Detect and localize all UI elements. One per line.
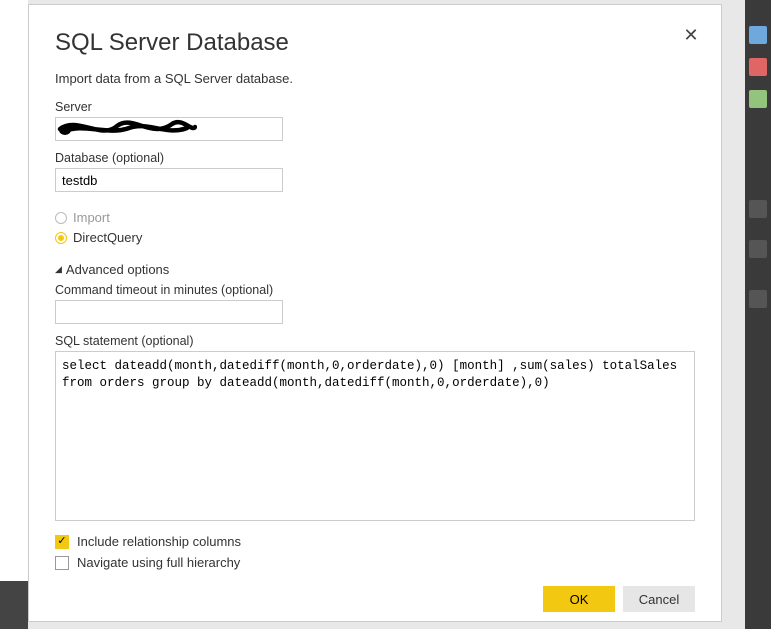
radio-import-label: Import: [73, 210, 110, 225]
full-hierarchy-label: Navigate using full hierarchy: [77, 555, 240, 570]
cancel-button[interactable]: Cancel: [623, 586, 695, 612]
dialog-subtitle: Import data from a SQL Server database.: [55, 71, 695, 86]
panel-icon: [749, 200, 767, 218]
close-button[interactable]: ✕: [683, 27, 699, 43]
background-left: [0, 0, 28, 629]
dialog-footer: OK Cancel: [55, 570, 695, 612]
right-panel-blur: [745, 0, 771, 629]
checkbox-unchecked-icon: [55, 556, 69, 570]
sql-label: SQL statement (optional): [55, 334, 695, 348]
radio-import-icon: [55, 212, 67, 224]
sql-textarea[interactable]: [55, 351, 695, 521]
database-field-group: Database (optional): [55, 151, 695, 192]
server-label: Server: [55, 100, 695, 114]
timeout-field-group: Command timeout in minutes (optional): [55, 283, 695, 324]
server-input[interactable]: [55, 117, 283, 141]
panel-icon: [749, 240, 767, 258]
timeout-label: Command timeout in minutes (optional): [55, 283, 695, 297]
dialog-title: SQL Server Database: [55, 29, 695, 57]
background-shadow: [0, 581, 28, 629]
caret-down-icon: ◢: [55, 264, 62, 275]
database-label: Database (optional): [55, 151, 695, 165]
radio-directquery-label: DirectQuery: [73, 230, 142, 245]
panel-icon: [749, 90, 767, 108]
close-icon: ✕: [683, 25, 698, 45]
panel-icon: [749, 58, 767, 76]
panel-icon: [749, 26, 767, 44]
sql-server-dialog: ✕ SQL Server Database Import data from a…: [28, 4, 722, 622]
panel-icon: [749, 290, 767, 308]
timeout-input[interactable]: [55, 300, 283, 324]
radio-directquery-icon: [55, 232, 67, 244]
include-relationship-checkbox-row[interactable]: ✓ Include relationship columns: [55, 534, 695, 549]
checkbox-checked-icon: ✓: [55, 535, 69, 549]
ok-button[interactable]: OK: [543, 586, 615, 612]
advanced-options-label: Advanced options: [66, 262, 169, 277]
server-field-group: Server: [55, 100, 695, 141]
sql-field-group: SQL statement (optional): [55, 334, 695, 524]
radio-directquery[interactable]: DirectQuery: [55, 230, 695, 245]
advanced-options-toggle[interactable]: ◢ Advanced options: [55, 262, 695, 277]
include-relationship-label: Include relationship columns: [77, 534, 241, 549]
radio-import[interactable]: Import: [55, 210, 695, 225]
full-hierarchy-checkbox-row[interactable]: Navigate using full hierarchy: [55, 555, 695, 570]
connection-mode-group: Import DirectQuery: [55, 210, 695, 250]
database-input[interactable]: [55, 168, 283, 192]
